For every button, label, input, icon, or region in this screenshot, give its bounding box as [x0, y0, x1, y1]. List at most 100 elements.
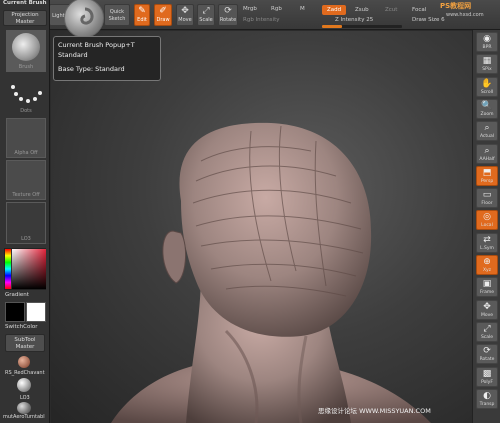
- rotate-label: Rotate: [219, 17, 237, 23]
- draw-size-slider[interactable]: Draw Size 6: [412, 17, 445, 23]
- material-sphere-turntable[interactable]: [17, 402, 31, 414]
- right-shelf-local-button[interactable]: ◎ Local: [476, 210, 498, 231]
- material-caption: LO3: [21, 236, 31, 242]
- right-shelf-rotate-button[interactable]: ⟳ Rotate: [476, 344, 498, 365]
- scroll-hand-icon: ✋: [481, 78, 493, 89]
- scale-button[interactable]: ⤢ Scale: [197, 4, 215, 26]
- current-brush-title: Current Brush: [3, 0, 47, 6]
- right-shelf-move-button[interactable]: ✥ Move: [476, 299, 498, 320]
- rgb-intensity-slider[interactable]: Rgb Intensity: [243, 17, 280, 23]
- move-button[interactable]: ✥ Move: [176, 4, 194, 26]
- right-shelf-label: Scale: [480, 334, 494, 340]
- standard-brush-icon: [12, 33, 40, 61]
- saturation-square[interactable]: [12, 249, 46, 289]
- right-shelf-zoom-button[interactable]: 🔍 Zoom: [476, 98, 498, 119]
- right-shelf-label: L.Sym: [480, 245, 494, 251]
- right-shelf-bpr-button[interactable]: ◉ BPR: [476, 32, 498, 52]
- subtool-master-label: SubTool Master: [14, 337, 36, 350]
- watermark-bottom-right: 思缘设计论坛 WWW.MISSYUAN.COM: [318, 405, 431, 415]
- watermark-top-right-text: PS教程网: [440, 2, 472, 10]
- right-shelf-floor-button[interactable]: ▭ Floor: [476, 188, 498, 209]
- right-shelf-polyf-button[interactable]: ▩ PolyF: [476, 366, 498, 387]
- right-shelf-label: Rotate: [479, 357, 495, 363]
- zadd-label: Zadd: [326, 7, 342, 13]
- right-shelf-label: Transp: [479, 401, 495, 407]
- switch-color-label[interactable]: SwitchColor: [5, 324, 38, 330]
- texture-slot[interactable]: Texture Off: [6, 160, 46, 200]
- polyframe-icon: ▩: [482, 368, 492, 379]
- alpha-slot[interactable]: Alpha Off: [6, 118, 46, 158]
- right-shelf-persp-button[interactable]: ⬒ Persp: [476, 165, 498, 186]
- material-3-label: mutAeroTurntabl: [3, 414, 45, 420]
- tooltip-base-type: Base Type: Standard: [58, 65, 125, 73]
- z-intensity-track[interactable]: [322, 25, 402, 28]
- right-shelf-label: Frame: [479, 290, 495, 296]
- zsub-toggle[interactable]: Zsub: [355, 7, 369, 13]
- edit-button[interactable]: ✎ Edit: [134, 4, 150, 26]
- scale-icon: ⤢: [202, 6, 210, 16]
- zcut-toggle[interactable]: Zcut: [385, 7, 397, 13]
- material-sphere-lo3[interactable]: [17, 378, 31, 392]
- rotate-icon: ⟳: [483, 346, 491, 357]
- z-intensity-slider[interactable]: Z Intensity 25: [335, 17, 373, 23]
- sculpt-model[interactable]: [51, 31, 472, 423]
- right-shelf-label: Local: [481, 223, 493, 229]
- rgb-toggle[interactable]: Rgb: [271, 6, 282, 12]
- primary-color-swatch[interactable]: [26, 302, 46, 322]
- standard-brush-icon: [80, 7, 94, 25]
- brush-slot[interactable]: Brush: [6, 30, 46, 72]
- right-shelf-label: PolyF: [481, 379, 493, 385]
- draw-button[interactable]: ✐ Draw: [154, 4, 172, 26]
- move-icon: ✥: [483, 301, 491, 312]
- material-2-label: LO3: [20, 395, 30, 401]
- brush-caption: Brush: [18, 64, 34, 70]
- m-toggle[interactable]: M: [300, 6, 305, 12]
- material-sphere-red[interactable]: [18, 356, 30, 368]
- alpha-caption: Alpha Off: [14, 150, 38, 156]
- symmetry-icon: ⇄: [483, 234, 491, 245]
- right-shelf-label: Move: [480, 312, 494, 318]
- perspective-icon: ⬒: [482, 167, 492, 178]
- right-shelf-label: Xyz: [482, 268, 492, 273]
- focal-shift-slider[interactable]: Focal: [412, 7, 426, 13]
- right-shelf-transp-button[interactable]: ◐ Transp: [476, 388, 498, 409]
- watermark-top-right-url: www.hxsd.com: [446, 12, 484, 18]
- spix-icon: ▦: [482, 56, 492, 67]
- color-picker[interactable]: [4, 248, 46, 290]
- right-shelf-label: Scroll: [480, 89, 494, 95]
- right-shelf-xyz-button[interactable]: ⊕ Xyz: [476, 255, 498, 275]
- projection-master-label: Projection Master: [11, 12, 39, 25]
- transparency-icon: ◐: [483, 390, 491, 401]
- secondary-color-swatch[interactable]: [5, 302, 25, 322]
- draw-label: Draw: [156, 17, 170, 23]
- mrgb-toggle[interactable]: Mrgb: [243, 6, 257, 12]
- stroke-slot[interactable]: Dots: [6, 76, 46, 116]
- quick-sketch-button[interactable]: Quick Sketch: [104, 4, 130, 26]
- canvas-viewport[interactable]: [51, 31, 472, 423]
- scale-label: Scale: [199, 17, 213, 23]
- right-shelf: ◉ BPR ▦ SPix ✋ Scroll 🔍 Zoom ⌕ Actual ⌕ AAHalf ⬒ Pers…: [472, 30, 500, 423]
- material-slot[interactable]: LO3: [6, 202, 46, 244]
- right-shelf-scroll-button[interactable]: ✋ Scroll: [476, 76, 498, 97]
- right-shelf-frame-button[interactable]: ▣ Frame: [476, 277, 498, 298]
- right-shelf-aahalf-button[interactable]: ⌕ AAHalf: [476, 143, 498, 164]
- floor-icon: ▭: [482, 190, 492, 201]
- subtool-master-button[interactable]: SubTool Master: [5, 334, 45, 352]
- right-shelf-scale-button[interactable]: ⤢ Scale: [476, 321, 498, 342]
- rotate-button[interactable]: ⟳ Rotate: [218, 4, 238, 26]
- right-shelf-actual-button[interactable]: ⌕ Actual: [476, 121, 498, 142]
- actual-size-icon: ⌕: [484, 123, 490, 134]
- right-shelf-spix-button[interactable]: ▦ SPix: [476, 54, 498, 75]
- hue-strip[interactable]: [5, 249, 11, 289]
- right-shelf-label: SPix: [482, 67, 492, 73]
- zoom-icon: 🔍: [481, 100, 493, 111]
- quick-sketch-label: Quick Sketch: [108, 9, 126, 22]
- current-brush-thumb[interactable]: [64, 0, 104, 38]
- dots-caption: Dots: [20, 108, 32, 114]
- zadd-button[interactable]: Zadd: [322, 5, 346, 15]
- projection-master-button[interactable]: Projection Master: [3, 10, 47, 26]
- frame-icon: ▣: [482, 279, 492, 290]
- local-icon: ◎: [483, 212, 491, 223]
- gradient-label[interactable]: Gradient: [5, 292, 29, 298]
- right-shelf-lsym-button[interactable]: ⇄ L.Sym: [476, 232, 498, 253]
